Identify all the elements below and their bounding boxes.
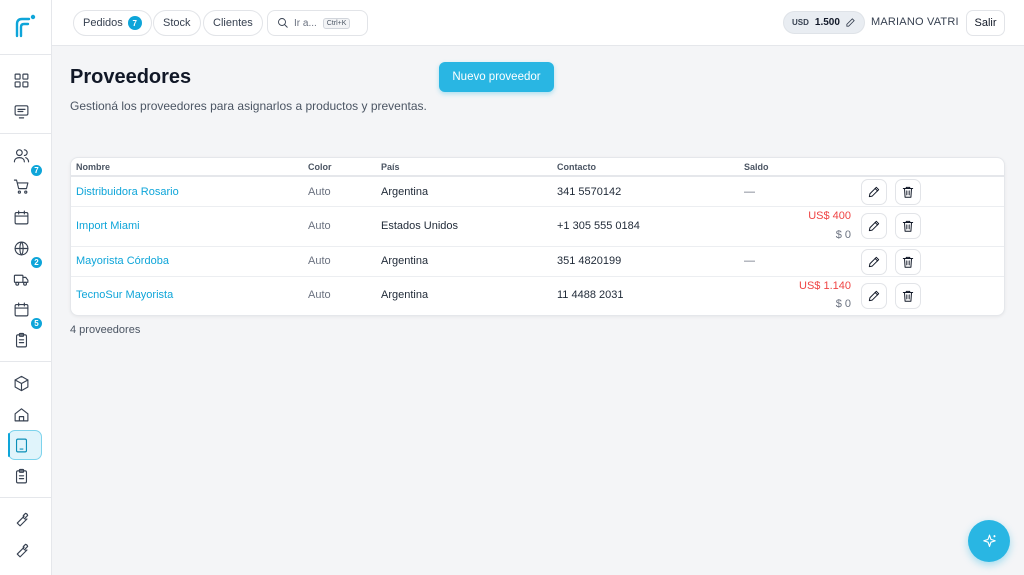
supplier-country: Argentina — [381, 186, 429, 198]
trash-icon — [902, 186, 914, 198]
supplier-balance-usd: US$ 400 — [808, 210, 851, 222]
message-icon[interactable] — [10, 100, 32, 122]
table-row: Distribuidora Rosario Auto Argentina 341… — [71, 177, 1004, 207]
pencil-icon — [868, 256, 880, 268]
users-icon[interactable] — [10, 144, 32, 166]
dashboard-icon[interactable] — [10, 69, 32, 91]
supplier-color: Auto — [308, 220, 331, 232]
clipboard-icon[interactable] — [10, 465, 32, 487]
search-input[interactable]: Ir a... Ctrl+K — [267, 10, 368, 36]
supplier-balance-usd: US$ 1.140 — [799, 280, 851, 292]
exchange-rate-button[interactable]: USD 1.500 — [783, 11, 865, 34]
sidebar-divider — [0, 54, 51, 55]
supplier-count: 4 proveedores — [70, 324, 141, 336]
supplier-contact: 11 4488 2031 — [557, 289, 624, 301]
cart-badge: 7 — [30, 164, 43, 177]
sidebar-divider — [0, 497, 51, 498]
supplier-name-link[interactable]: TecnoSur Mayorista — [76, 289, 173, 301]
supplier-name-link[interactable]: Distribuidora Rosario — [76, 186, 179, 198]
new-supplier-button[interactable]: Nuevo proveedor — [439, 62, 554, 92]
supplier-country: Estados Unidos — [381, 220, 459, 232]
clipboard-badge: 5 — [30, 317, 43, 330]
clientes-button[interactable]: Clientes — [203, 10, 263, 36]
supplier-color: Auto — [308, 255, 331, 267]
pencil-icon — [868, 186, 880, 198]
supplier-contact: 341 5570142 — [557, 186, 622, 198]
supplier-balance-ars: $ 0 — [835, 298, 851, 310]
table-row: Mayorista Córdoba Auto Argentina 351 482… — [71, 247, 1004, 277]
edit-button[interactable] — [861, 213, 887, 239]
supplier-name-link[interactable]: Import Miami — [76, 220, 140, 232]
clipboard-icon[interactable] — [10, 329, 32, 351]
supplier-balance-ars: $ 0 — [835, 229, 851, 241]
header-color[interactable]: Color — [308, 162, 332, 172]
box-icon[interactable] — [10, 372, 32, 394]
pencil-icon — [868, 290, 880, 302]
supplier-contact: 351 4820199 — [557, 255, 622, 267]
supplier-color: Auto — [308, 289, 331, 301]
search-shortcut: Ctrl+K — [322, 17, 351, 29]
trash-icon — [902, 256, 914, 268]
currency-label: USD — [792, 18, 809, 27]
truck-icon[interactable] — [10, 268, 32, 290]
cart-icon[interactable] — [10, 175, 32, 197]
header-country[interactable]: País — [381, 162, 400, 172]
truck-badge: 2 — [30, 256, 43, 269]
wrench-icon[interactable] — [10, 539, 32, 561]
tablet-icon[interactable] — [10, 434, 32, 456]
search-icon — [278, 18, 288, 28]
calendar-icon[interactable] — [10, 206, 32, 228]
calendar-icon[interactable] — [10, 298, 32, 320]
edit-button[interactable] — [861, 283, 887, 309]
edit-icon — [846, 18, 855, 27]
table-row: Import Miami Auto Estados Unidos +1 305 … — [71, 207, 1004, 247]
header-balance[interactable]: Saldo — [744, 162, 769, 172]
trash-icon — [902, 290, 914, 302]
globe-icon[interactable] — [10, 237, 32, 259]
page-title: Proveedores — [70, 66, 192, 88]
table-header: Nombre Color País Contacto Saldo — [71, 158, 1004, 177]
rate-value: 1.500 — [814, 17, 840, 28]
supplier-name-link[interactable]: Mayorista Córdoba — [76, 255, 169, 267]
supplier-color: Auto — [308, 186, 331, 198]
sidebar-divider — [0, 133, 51, 134]
table-row: TecnoSur Mayorista Auto Argentina 11 448… — [71, 277, 1004, 315]
supplier-balance: — — [744, 186, 755, 198]
pencil-icon — [868, 220, 880, 232]
suppliers-table: Nombre Color País Contacto Saldo Distrib… — [70, 157, 1005, 316]
stock-button[interactable]: Stock — [153, 10, 201, 36]
supplier-country: Argentina — [381, 289, 429, 301]
supplier-contact: +1 305 555 0184 — [557, 220, 640, 232]
home-icon[interactable] — [10, 403, 32, 425]
pedidos-label: Pedidos — [83, 17, 123, 29]
header-contact[interactable]: Contacto — [557, 162, 596, 172]
trash-icon — [902, 220, 914, 232]
supplier-balance: — — [744, 255, 755, 267]
logo-icon — [15, 14, 36, 38]
sidebar: 7 2 5 — [0, 0, 52, 575]
page-subtitle: Gestioná los proveedores para asignarlos… — [70, 99, 427, 113]
supplier-country: Argentina — [381, 255, 429, 267]
delete-button[interactable] — [895, 283, 921, 309]
delete-button[interactable] — [895, 249, 921, 275]
sparkle-icon — [982, 534, 996, 547]
search-placeholder: Ir a... — [294, 17, 317, 29]
stock-label: Stock — [163, 17, 191, 29]
edit-button[interactable] — [861, 179, 887, 205]
edit-button[interactable] — [861, 249, 887, 275]
delete-button[interactable] — [895, 213, 921, 239]
delete-button[interactable] — [895, 179, 921, 205]
pedidos-badge: 7 — [127, 16, 142, 30]
clientes-label: Clientes — [213, 17, 253, 29]
sidebar-divider — [0, 361, 51, 362]
header-name[interactable]: Nombre — [76, 162, 110, 172]
app-logo[interactable] — [14, 14, 36, 38]
pedidos-button[interactable]: Pedidos 7 — [73, 10, 152, 36]
ai-assistant-button[interactable] — [968, 520, 1010, 562]
logout-button[interactable]: Salir — [966, 10, 1005, 36]
top-bar: Pedidos 7 Stock Clientes Ir a... Ctrl+K … — [52, 0, 1024, 46]
wrench-icon[interactable] — [10, 508, 32, 530]
user-name: MARIANO VATRI — [871, 16, 959, 28]
